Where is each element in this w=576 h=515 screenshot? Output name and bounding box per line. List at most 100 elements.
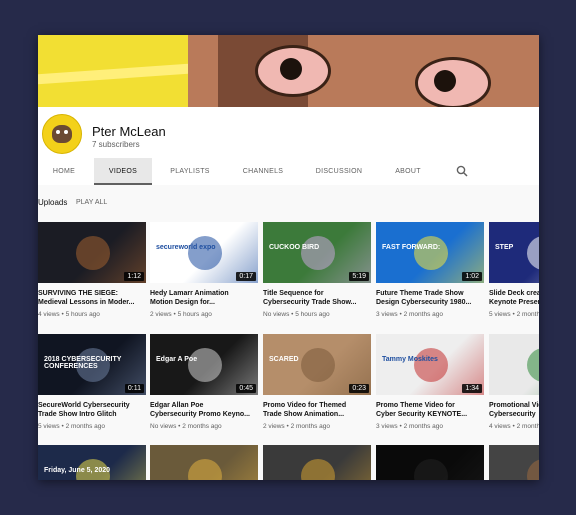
video-age: 2 months ago (290, 423, 330, 430)
thumbnail-text: CUCKOO BIRD (269, 244, 320, 251)
thumbnail-art (527, 236, 539, 270)
video-duration: 0:45 (236, 384, 256, 393)
video-thumbnail[interactable] (150, 445, 258, 480)
video-duration: 0:17 (236, 272, 256, 281)
video-meta: 4 views • 2 months (489, 423, 539, 430)
video-thumbnail[interactable]: SCARED 0:23 (263, 334, 371, 395)
avatar-cat (52, 125, 72, 143)
video-age: 2 months ago (403, 423, 443, 430)
thumbnail-text: 2018 CYBERSECURITY CONFERENCES (44, 356, 122, 370)
thumbnail-art (188, 236, 222, 270)
video-meta: No views • 2 months ago (150, 423, 258, 430)
channel-banner (38, 35, 539, 107)
video-views: 5 views (489, 311, 511, 318)
video-thumbnail[interactable] (489, 445, 539, 480)
banner-pupil-left (280, 58, 302, 80)
subscriber-count: 7 subscribers (92, 140, 140, 149)
video-meta: 5 views • 2 months (489, 311, 539, 318)
video-title[interactable]: Promotional Vid Cybersecurity (489, 401, 539, 419)
tab-channels[interactable]: CHANNELS (234, 158, 292, 185)
video-thumbnail[interactable] (489, 334, 539, 395)
thumbnail-art (527, 348, 539, 382)
video-thumbnail[interactable]: CUCKOO BIRD 5:19 (263, 222, 371, 283)
video-age: 5 hours ago (65, 311, 100, 318)
video-views: 2 views (150, 311, 172, 318)
video-age: 5 hours ago (295, 311, 330, 318)
thumbnail-text: Edgar A Poe (156, 356, 198, 363)
channel-header: Pter McLean 7 subscribers HOME VIDEOS PL… (38, 107, 539, 185)
video-duration: 1:12 (124, 272, 144, 281)
channel-tabs: HOME VIDEOS PLAYLISTS CHANNELS DISCUSSIO… (38, 158, 539, 185)
video-views: No views (263, 311, 290, 318)
video-duration: 5:19 (349, 272, 369, 281)
banner-pupil-right (434, 70, 456, 92)
avatar-cat-eye (64, 130, 68, 134)
tab-playlists[interactable]: PLAYLISTS (160, 158, 220, 185)
video-views: No views (150, 423, 177, 430)
video-age: 2 months (516, 423, 539, 430)
play-all-button[interactable]: PLAY ALL (76, 199, 107, 206)
video-title[interactable]: Hedy Lamarr Animation Motion Design for.… (150, 289, 258, 307)
video-title[interactable]: Promo Video for Themed Trade Show Animat… (263, 401, 371, 419)
video-views: 4 views (489, 423, 511, 430)
tab-videos[interactable]: VIDEOS (94, 158, 152, 185)
video-thumbnail[interactable]: Edgar A Poe 0:45 (150, 334, 258, 395)
youtube-channel-window: Pter McLean 7 subscribers HOME VIDEOS PL… (38, 35, 539, 480)
video-views: 3 views (376, 311, 398, 318)
thumbnail-art (414, 459, 448, 480)
thumbnail-text: FAST FORWARD: (382, 244, 441, 251)
video-duration: 1:02 (462, 272, 482, 281)
video-age: 2 months ago (65, 423, 105, 430)
video-thumbnail[interactable]: FAST FORWARD: 1:02 (376, 222, 484, 283)
video-age: 5 hours ago (177, 311, 212, 318)
video-meta: 2 views • 2 months ago (263, 423, 371, 430)
video-title[interactable]: Title Sequence for Cybersecurity Trade S… (263, 289, 371, 307)
video-title[interactable]: Promo Theme Video for Cyber Security KEY… (376, 401, 484, 419)
video-duration: 0:11 (124, 384, 144, 393)
thumbnail-art (414, 236, 448, 270)
uploads-heading: Uploads (38, 198, 68, 207)
thumbnail-art (188, 459, 222, 480)
thumbnail-text: Friday, June 5, 2020 (44, 467, 111, 474)
tab-about[interactable]: ABOUT (386, 158, 430, 185)
video-title[interactable]: SecureWorld Cybersecurity Trade Show Int… (38, 401, 146, 419)
video-meta: 3 views • 2 months ago (376, 311, 484, 318)
video-views: 2 views (263, 423, 285, 430)
video-thumbnail[interactable]: 2018 CYBERSECURITY CONFERENCES 0:11 (38, 334, 146, 395)
video-views: 5 views (38, 423, 60, 430)
thumbnail-text: Tammy Moskites (382, 356, 438, 363)
video-thumbnail[interactable]: STEP (489, 222, 539, 283)
thumbnail-art (301, 348, 335, 382)
banner-eye-right (415, 57, 491, 107)
tab-discussion[interactable]: DISCUSSION (308, 158, 370, 185)
thumbnail-art (414, 348, 448, 382)
thumbnail-art (188, 348, 222, 382)
video-duration: 1:34 (462, 384, 482, 393)
video-title[interactable]: Slide Deck crea Keynote Presen (489, 289, 539, 307)
thumbnail-art (76, 236, 110, 270)
video-views: 3 views (376, 423, 398, 430)
video-title[interactable]: Edgar Allan Poe Cybersecurity Promo Keyn… (150, 401, 258, 419)
video-meta: 5 views • 2 months ago (38, 423, 146, 430)
channel-name: Pter McLean (92, 124, 166, 139)
video-thumbnail[interactable] (376, 445, 484, 480)
video-thumbnail[interactable] (263, 445, 371, 480)
search-icon[interactable] (456, 165, 468, 177)
thumbnail-art (301, 236, 335, 270)
video-meta: 2 views • 5 hours ago (150, 311, 258, 318)
channel-avatar[interactable] (42, 114, 82, 154)
video-age: 2 months ago (403, 311, 443, 318)
video-age: 2 months (516, 311, 539, 318)
video-thumbnail[interactable]: Friday, June 5, 2020 (38, 445, 146, 480)
video-thumbnail[interactable]: Tammy Moskites 1:34 (376, 334, 484, 395)
tab-home[interactable]: HOME (38, 158, 90, 185)
video-thumbnail[interactable]: secureworld expo 0:17 (150, 222, 258, 283)
video-title[interactable]: SURVIVING THE SIEGE: Medieval Lessons in… (38, 289, 146, 307)
video-thumbnail[interactable]: 1:12 (38, 222, 146, 283)
banner-eye-left (255, 45, 331, 97)
video-meta: 3 views • 2 months ago (376, 423, 484, 430)
thumbnail-art (527, 459, 539, 480)
thumbnail-art (301, 459, 335, 480)
video-title[interactable]: Future Theme Trade Show Design Cybersecu… (376, 289, 484, 307)
thumbnail-text: STEP (495, 244, 514, 251)
